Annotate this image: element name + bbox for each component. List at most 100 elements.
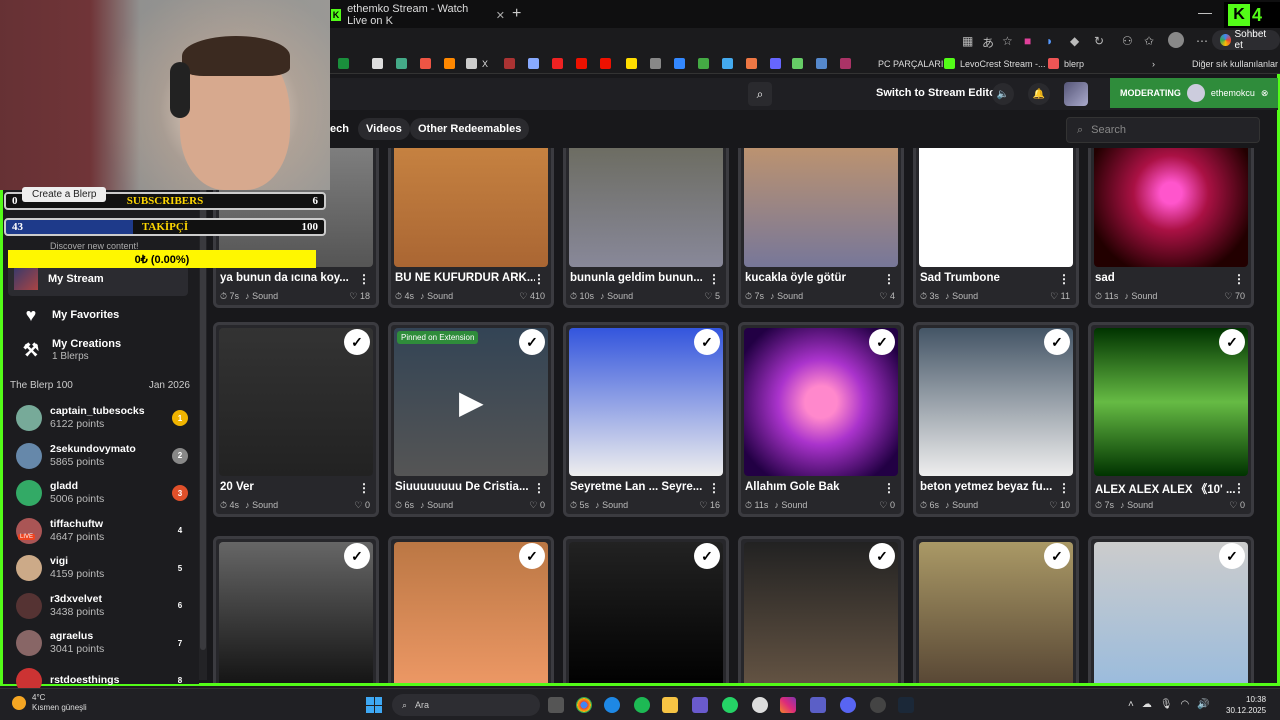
youtube-icon[interactable]	[576, 58, 587, 69]
blerp-card[interactable]: ✓ 20 Ver ⋮ ⏱ 4s ♪ Sound ♡ 0	[213, 322, 379, 517]
more-icon[interactable]: ⋮	[533, 481, 545, 495]
blerp-card[interactable]: ✓ Seyretme Lan ... Seyre... ⋮ ⏱ 5s ♪ Soun…	[563, 322, 729, 517]
search-input[interactable]: ⌕ Search	[1066, 117, 1260, 143]
obs-icon[interactable]	[870, 697, 886, 713]
bookmark-icon[interactable]	[528, 58, 539, 69]
card-title[interactable]: kucakla öyle götür	[745, 272, 885, 284]
more-icon[interactable]: ⋮	[1058, 272, 1070, 286]
bookmark-icon[interactable]	[420, 58, 431, 69]
youtube-icon[interactable]	[600, 58, 611, 69]
star-icon[interactable]: ☆	[1002, 34, 1013, 48]
card-title[interactable]: Sad Trumbone	[920, 272, 1060, 284]
checkmark-icon[interactable]: ✓	[694, 329, 720, 355]
blerp-card[interactable]: ✓	[563, 536, 729, 683]
bookmark-blerp[interactable]: blerp	[1064, 59, 1084, 69]
discord-icon[interactable]	[840, 697, 856, 713]
close-icon[interactable]: ✕	[496, 9, 505, 22]
clock[interactable]: 10:38 30.12.2025	[1226, 694, 1266, 716]
system-tray[interactable]: ˄ ☁ 🎙 ◠ 🔊	[1128, 699, 1210, 710]
checkmark-icon[interactable]: ✓	[1219, 543, 1245, 569]
blerp-icon[interactable]	[1048, 58, 1059, 69]
tab-other-redeemables[interactable]: Other Redeemables	[410, 118, 530, 140]
card-title[interactable]: ya bunun da ıcına koy...	[220, 272, 360, 284]
cloud-icon[interactable]: ☁	[1142, 699, 1152, 710]
weather-widget[interactable]: 4°C Kısmen güneşli	[12, 693, 87, 713]
sidebar-item-favorites[interactable]: ♥ My Favorites	[20, 304, 120, 326]
blerp-card[interactable]: ✓	[1088, 536, 1254, 683]
card-thumbnail[interactable]	[744, 148, 898, 267]
chevron-up-icon[interactable]: ˄	[1128, 699, 1134, 710]
bookmark-icon[interactable]	[466, 58, 477, 69]
extension-icon[interactable]: ◆	[1070, 34, 1079, 48]
blerp-card[interactable]: kucakla öyle götür ⋮ ⏱ 7s ♪ Sound ♡ 4	[738, 148, 904, 308]
bookmark-icon[interactable]	[792, 58, 803, 69]
refresh-icon[interactable]: ↻	[1094, 34, 1104, 48]
bookmark-icon[interactable]	[396, 58, 407, 69]
checkmark-icon[interactable]: ✓	[344, 329, 370, 355]
create-blerp-button[interactable]: Create a Blerp	[22, 187, 107, 202]
kick-icon[interactable]	[944, 58, 955, 69]
bookmark-other[interactable]: Diğer sık kullanılanlar	[1192, 59, 1278, 69]
more-icon[interactable]: ⋮	[708, 481, 720, 495]
bookmark-icon[interactable]	[722, 58, 733, 69]
more-icon[interactable]: ⋮	[1058, 481, 1070, 495]
blerp-card[interactable]: ✓ Allahım Gole Bak ⋮ ⏱ 11s ♪ Sound ♡ 0	[738, 322, 904, 517]
card-title[interactable]: ALEX ALEX ALEX 《10' ...	[1095, 481, 1235, 497]
blerp-card[interactable]: ✓ Pinned on Extension Siuuuuuuuu De Cristi…	[388, 322, 554, 517]
leaderboard-row[interactable]: captain_tubesocks 6122 points 1	[16, 402, 188, 434]
more-icon[interactable]: ⋮	[1233, 272, 1245, 286]
edge-icon[interactable]	[604, 697, 620, 713]
bookmark-icon[interactable]	[444, 58, 455, 69]
play-icon[interactable]: ▶	[459, 383, 484, 421]
bookmark-icon[interactable]	[338, 58, 349, 69]
leaderboard-row[interactable]: vigi 4159 points 5	[16, 552, 188, 584]
chevron-right-icon[interactable]: ›	[1152, 59, 1155, 69]
card-title[interactable]: beton yetmez beyaz fu...	[920, 481, 1060, 493]
blerp-card[interactable]: ✓ beton yetmez beyaz fu... ⋮ ⏱ 6s ♪ Sound…	[913, 322, 1079, 517]
translate-icon[interactable]: あ	[982, 34, 994, 51]
bookmark-icon[interactable]	[626, 58, 637, 69]
blerp-card[interactable]: ✓	[913, 536, 1079, 683]
channel-avatar[interactable]	[1064, 82, 1088, 106]
blerp-card[interactable]: ✓	[388, 536, 554, 683]
bookmark-icon[interactable]	[372, 58, 383, 69]
wifi-icon[interactable]: ◠	[1181, 699, 1190, 710]
bookmark-x[interactable]: X	[482, 59, 488, 69]
steam-icon[interactable]	[898, 697, 914, 713]
spotify-icon[interactable]	[634, 697, 650, 713]
chrome-icon[interactable]	[576, 697, 592, 713]
card-title[interactable]: sad	[1095, 272, 1235, 284]
bookmark-icon[interactable]	[840, 58, 851, 69]
leaderboard-row[interactable]: agraelus 3041 points 7	[16, 627, 188, 659]
extension-icon[interactable]: ■	[1024, 34, 1031, 48]
blerp-card[interactable]: Sad Trumbone ⋮ ⏱ 3s ♪ Sound ♡ 11	[913, 148, 1079, 308]
instagram-icon[interactable]	[780, 697, 796, 713]
more-icon[interactable]: ⋮	[358, 272, 370, 286]
search-icon[interactable]: ⌕	[748, 82, 772, 106]
checkmark-icon[interactable]: ✓	[519, 543, 545, 569]
chatgpt-icon[interactable]	[752, 697, 768, 713]
blerp-card[interactable]: BU NE KÜFÜRDÜR ARK... ⋮ ⏱ 4s ♪ Sound ♡ 4…	[388, 148, 554, 308]
store-icon[interactable]	[692, 697, 708, 713]
checkmark-icon[interactable]: ✓	[1044, 329, 1070, 355]
card-thumbnail[interactable]	[394, 148, 548, 267]
more-icon[interactable]: ⋮	[883, 481, 895, 495]
close-icon[interactable]: ⊗	[1261, 88, 1269, 99]
blerp-card[interactable]: ✓	[213, 536, 379, 683]
checkmark-icon[interactable]: ✓	[1219, 329, 1245, 355]
profile-avatar[interactable]	[1168, 32, 1184, 48]
more-icon[interactable]: ⋮	[1233, 481, 1245, 495]
minimize-button[interactable]: —	[1198, 4, 1212, 20]
bookmark-icon[interactable]	[698, 58, 709, 69]
more-icon[interactable]: ⋮	[708, 272, 720, 286]
menu-dots-icon[interactable]: ⋯	[1196, 34, 1208, 48]
speaker-icon[interactable]: 🔊	[1197, 699, 1209, 710]
task-view-icon[interactable]	[548, 697, 564, 713]
checkmark-icon[interactable]: ✓	[1044, 543, 1070, 569]
install-icon[interactable]: ▦	[962, 34, 973, 48]
card-title[interactable]: Siuuuuuuuu De Cristia...	[395, 481, 535, 493]
copilot-chat-button[interactable]: Sohbet et	[1212, 29, 1280, 51]
bookmark-pc-parcalari[interactable]: PC PARÇALARI	[878, 59, 943, 69]
checkmark-icon[interactable]: ✓	[519, 329, 545, 355]
extensions-icon[interactable]: ⚇	[1122, 34, 1133, 48]
